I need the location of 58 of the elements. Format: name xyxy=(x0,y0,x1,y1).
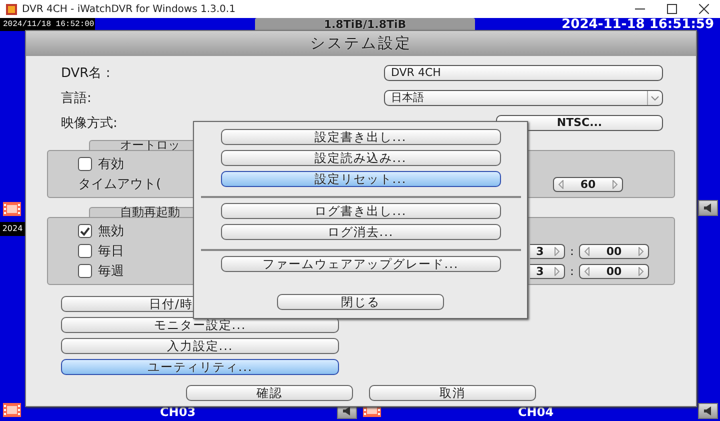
dialog-button[interactable]: 取消 xyxy=(369,385,536,401)
app-icon xyxy=(6,4,17,14)
speaker-button[interactable] xyxy=(698,200,718,216)
hour-spinner[interactable]: 3 xyxy=(530,264,565,278)
close-button[interactable]: 閉じる xyxy=(277,294,444,310)
dialog-button[interactable]: 確認 xyxy=(186,385,353,401)
camera-timestamp: 2024 xyxy=(0,222,25,236)
maximize-icon xyxy=(667,4,677,14)
name-field[interactable]: DVR 4CH xyxy=(384,65,663,81)
minute-spinner[interactable]: 00 xyxy=(579,264,649,278)
time-separator: : xyxy=(569,244,575,258)
left-arrow-icon[interactable] xyxy=(558,180,564,188)
field-label: 映像方式: xyxy=(61,115,118,132)
field-label: タイムアウト( xyxy=(78,177,162,192)
right-arrow-icon[interactable] xyxy=(638,266,644,276)
menu-button[interactable]: 設定読み込み... xyxy=(220,150,500,166)
chevron-icon xyxy=(651,96,659,100)
right-arrow-icon[interactable] xyxy=(554,246,560,256)
checkbox-label: 無効 xyxy=(98,223,124,240)
menu-button[interactable]: 入力設定... xyxy=(61,338,339,354)
menu-button[interactable]: モニター設定... xyxy=(61,317,339,333)
speaker-icon xyxy=(703,203,713,213)
clock: 2024-11-18 16:51:59 xyxy=(562,17,714,32)
speaker-button[interactable] xyxy=(698,403,718,419)
checkbox-label: 有効 xyxy=(98,156,124,173)
field-label: 言語: xyxy=(61,90,92,107)
checkbox[interactable] xyxy=(78,157,92,171)
film-icon[interactable] xyxy=(3,202,21,216)
right-arrow-icon[interactable] xyxy=(612,180,618,188)
camera-timestamp: 2024/11/18 16:52:00 xyxy=(0,18,95,31)
checkbox[interactable] xyxy=(78,264,92,278)
left-arrow-icon[interactable] xyxy=(584,246,590,256)
film-icon[interactable] xyxy=(3,403,21,417)
field-label: DVR名 : xyxy=(61,65,112,82)
channel-label: CH03 xyxy=(160,405,196,419)
menu-button[interactable]: ファームウェアアップグレード... xyxy=(220,256,500,272)
channel-label: CH04 xyxy=(518,405,554,419)
menu-button[interactable]: ログ書き出し... xyxy=(220,203,500,219)
minute-spinner[interactable]: 00 xyxy=(579,244,649,258)
checkbox-label: 毎週 xyxy=(98,263,124,280)
checkbox[interactable] xyxy=(78,224,92,238)
checkbox-label: 毎日 xyxy=(98,243,124,260)
speaker-icon xyxy=(703,406,713,416)
left-arrow-icon[interactable] xyxy=(584,266,590,276)
menu-button[interactable]: 設定リセット... xyxy=(220,171,500,187)
checkbox[interactable] xyxy=(78,244,92,258)
language-dropdown[interactable]: 日本語 xyxy=(384,90,663,106)
number-spinner[interactable]: 60 xyxy=(553,176,623,192)
right-arrow-icon[interactable] xyxy=(638,246,644,256)
close-icon xyxy=(699,4,709,14)
time-separator: : xyxy=(569,264,575,278)
menu-button[interactable]: ユーティリティ... xyxy=(61,359,339,375)
menu-button[interactable]: ログ消去... xyxy=(220,224,500,240)
window-title: DVR 4CH - iWatchDVR for Windows 1.3.0.1 xyxy=(22,4,236,14)
menu-button[interactable]: 設定書き出し... xyxy=(220,129,500,145)
hour-spinner[interactable]: 3 xyxy=(530,244,565,258)
dialog-title: システム設定 xyxy=(26,31,696,56)
right-arrow-icon[interactable] xyxy=(554,266,560,276)
